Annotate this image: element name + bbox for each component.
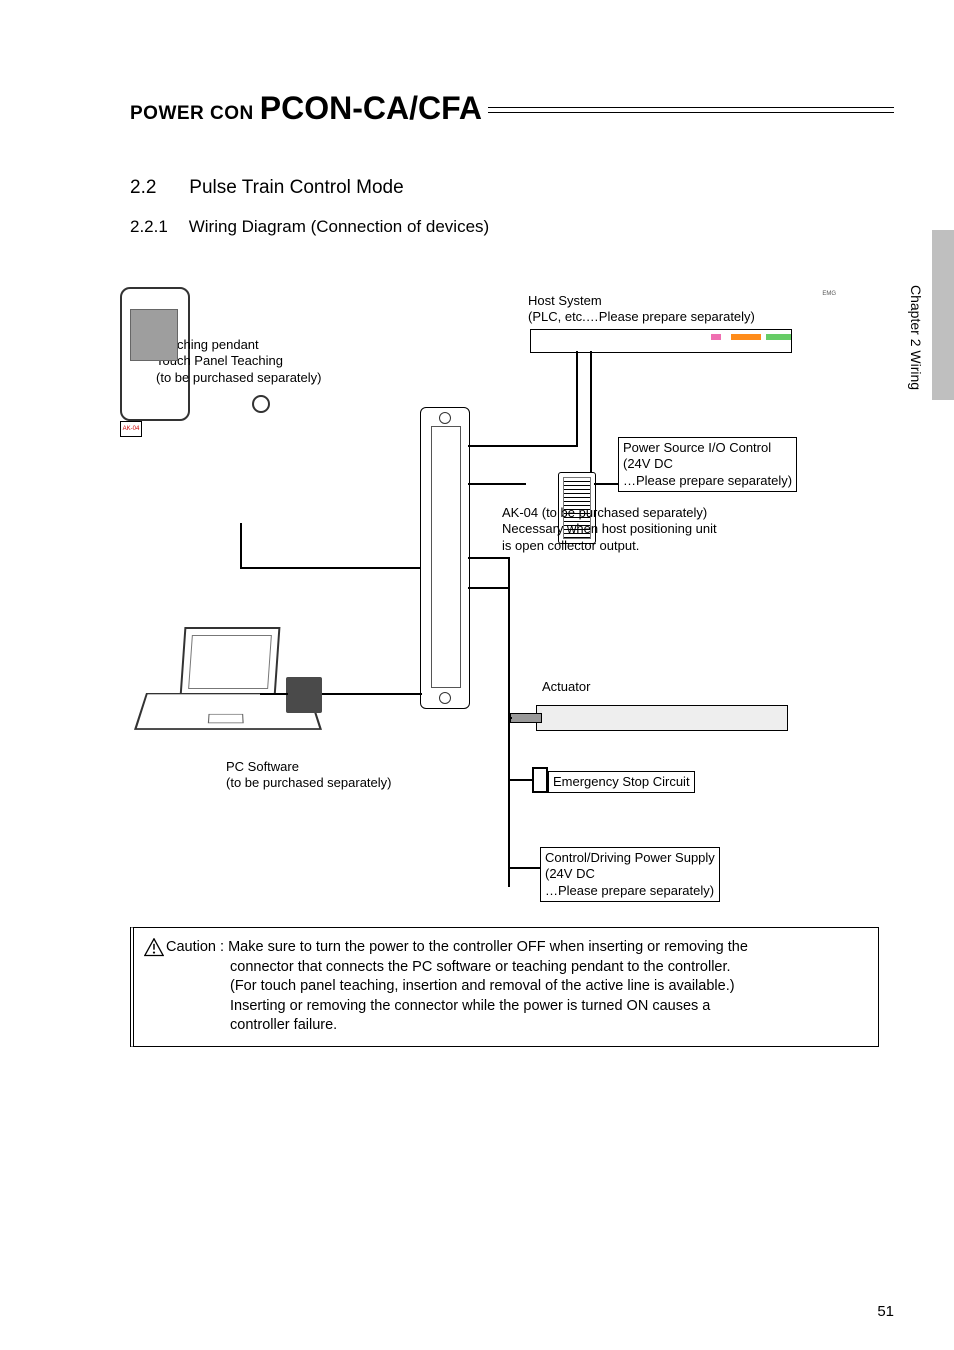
pendant-label-3: (to be purchased separately) [156,370,321,386]
caution-box: Caution : Make sure to turn the power to… [130,927,879,1047]
caution-l2: connector that connects the PC software … [230,958,864,978]
page-title-row: POWER CON PCON-CA/CFA [130,90,894,127]
host-label-2: (PLC, etc.…Please prepare separately) [528,309,755,325]
chapter-tab [932,230,954,400]
page-number: 51 [877,1303,894,1320]
section-heading: 2.2 Pulse Train Control Mode [130,177,894,199]
pendant-label-1: Teaching pendant [156,337,321,353]
actuator-icon [536,705,788,731]
adapter-icon [286,677,322,713]
wiring-diagram: Host System (PLC, etc.…Please prepare se… [120,287,840,907]
caution-lead: Caution : [166,939,224,955]
pcsw-label-1: PC Software [226,759,391,775]
psu-label-1: Control/Driving Power Supply [545,850,715,866]
caution-l3: (For touch panel teaching, insertion and… [230,977,864,997]
ak04-label-2: Necessary when host positioning unit [502,521,717,537]
pcsw-label-2: (to be purchased separately) [226,775,391,791]
psu-label-2: (24V DC [545,866,715,882]
io-label-3: …Please prepare separately) [623,473,792,489]
caution-l1: Make sure to turn the power to the contr… [228,939,748,955]
ak04-label-3: is open collector output. [502,538,717,554]
host-label-1: Host System [528,293,755,309]
ak04-label-1: AK-04 (to be purchased separately) [502,505,717,521]
ak04-icon: AK-04 [120,421,142,437]
subsection-heading: 2.2.1 Wiring Diagram (Connection of devi… [130,217,894,237]
controller-icon [420,407,470,709]
section-title: Pulse Train Control Mode [189,177,403,198]
subsection-title: Wiring Diagram (Connection of devices) [189,217,489,236]
chapter-tab-label: Chapter 2 Wiring [908,285,924,390]
section-number: 2.2 [130,177,184,199]
title-prefix: POWER CON [130,103,254,125]
caution-l5: controller failure. [230,1016,864,1036]
estop-label: Emergency Stop Circuit [548,771,695,793]
psu-label-3: …Please prepare separately) [545,883,715,899]
estop-plunger-icon [532,767,548,793]
actuator-label: Actuator [542,679,590,695]
warning-icon [144,938,164,956]
io-label-2: (24V DC [623,456,792,472]
pendant-label-2: Touch Panel Teaching [156,353,321,369]
subsection-number: 2.2.1 [130,217,184,237]
pendant-knob-icon [252,395,270,413]
title-model: PCON-CA/CFA [260,90,482,127]
caution-l4: Inserting or removing the connector whil… [230,997,864,1017]
title-rule [488,107,894,113]
pc-laptop-icon [146,627,306,747]
actuator-rod-icon [510,713,542,723]
host-plc-icon [530,329,792,353]
io-label-1: Power Source I/O Control [623,440,792,456]
